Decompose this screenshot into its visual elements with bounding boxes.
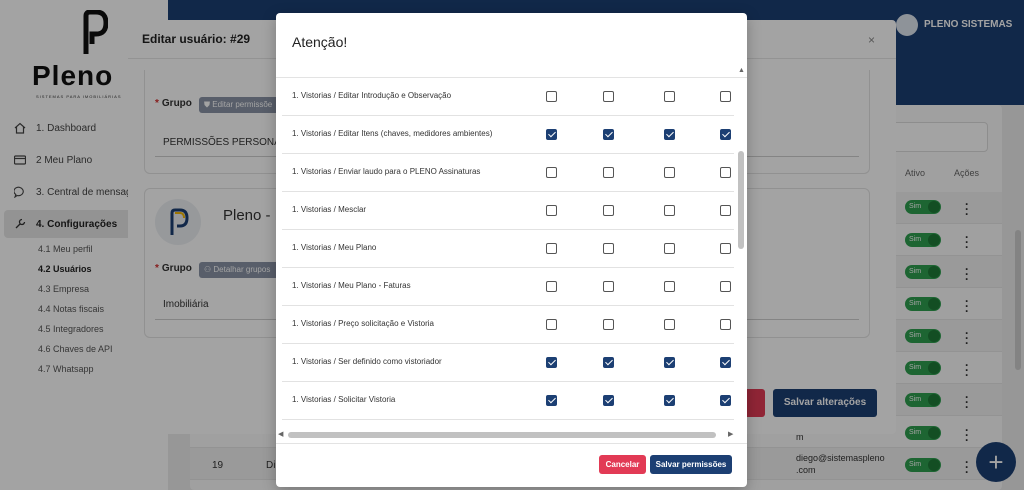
permission-label: 1. Vistorias / Enviar laudo para o PLENO… [292, 167, 481, 176]
permission-checkbox[interactable] [720, 395, 731, 406]
permission-checkbox[interactable] [720, 167, 731, 178]
scroll-right-icon[interactable]: ▶ [728, 430, 733, 438]
permission-checkbox[interactable] [603, 129, 614, 140]
permission-checkbox[interactable] [546, 243, 557, 254]
scroll-thumb[interactable] [738, 151, 744, 249]
scroll-left-icon[interactable]: ◀ [278, 430, 283, 438]
vertical-scrollbar[interactable]: ▲ [736, 67, 746, 427]
permission-checkbox[interactable] [546, 129, 557, 140]
permissions-list: 1. Vistorias / Editar Introdução e Obser… [276, 77, 736, 422]
permission-checkbox[interactable] [546, 167, 557, 178]
permission-checkbox[interactable] [603, 395, 614, 406]
permission-checkbox[interactable] [546, 357, 557, 368]
permission-row: 1. Vistorias / Editar Introdução e Obser… [282, 78, 734, 116]
modal-title: Atenção! [292, 34, 348, 50]
permission-label: 1. Vistorias / Meu Plano [292, 243, 377, 252]
permission-label: 1. Vistorias / Solicitar Vistoria [292, 395, 396, 404]
permission-checkbox[interactable] [664, 319, 675, 330]
permission-row: 1. Vistorias / Preço solicitação e Visto… [282, 306, 734, 344]
permission-checkbox[interactable] [603, 167, 614, 178]
permission-checkbox[interactable] [664, 167, 675, 178]
permission-label: 1. Vistorias / Editar Itens (chaves, med… [292, 129, 493, 138]
permission-row: 1. Vistorias / Editar Itens (chaves, med… [282, 116, 734, 154]
permission-checkbox[interactable] [546, 281, 557, 292]
permission-row: 1. Vistorias / Mesclar [282, 192, 734, 230]
divider [276, 443, 747, 444]
permission-checkbox[interactable] [603, 243, 614, 254]
permission-checkbox[interactable] [720, 205, 731, 216]
permission-checkbox[interactable] [664, 91, 675, 102]
permission-checkbox[interactable] [664, 129, 675, 140]
permission-checkbox[interactable] [720, 357, 731, 368]
permission-checkbox[interactable] [664, 205, 675, 216]
permission-checkbox[interactable] [664, 395, 675, 406]
permission-label: 1. Vistorias / Mesclar [292, 205, 367, 214]
permission-checkbox[interactable] [720, 91, 731, 102]
permission-checkbox[interactable] [603, 357, 614, 368]
permission-checkbox[interactable] [603, 319, 614, 330]
save-permissions-button[interactable]: Salvar permissões [650, 455, 732, 474]
permissions-modal: Atenção! 1. Vistorias / Editar Introduçã… [276, 13, 747, 487]
permission-label: 1. Vistorias / Meu Plano - Faturas [292, 281, 411, 290]
scroll-up-icon[interactable]: ▲ [738, 67, 745, 74]
cancel-button[interactable]: Cancelar [599, 455, 646, 474]
permission-checkbox[interactable] [603, 91, 614, 102]
permission-row: 1. Vistorias / Solicitar Vistoria [282, 382, 734, 420]
permission-checkbox[interactable] [664, 281, 675, 292]
permission-row: 1. Vistorias / Ser definido como vistori… [282, 344, 734, 382]
permission-checkbox[interactable] [720, 281, 731, 292]
permission-checkbox[interactable] [546, 205, 557, 216]
permission-checkbox[interactable] [720, 319, 731, 330]
permission-checkbox[interactable] [664, 357, 675, 368]
permission-checkbox[interactable] [603, 281, 614, 292]
permission-checkbox[interactable] [664, 243, 675, 254]
horizontal-scrollbar[interactable]: ◀ ▶ [276, 430, 736, 440]
permission-label: 1. Vistorias / Preço solicitação e Visto… [292, 319, 434, 328]
permission-row: 1. Vistorias / Meu Plano [282, 230, 734, 268]
permission-checkbox[interactable] [546, 319, 557, 330]
permission-row: 1. Vistorias / Enviar laudo para o PLENO… [282, 154, 734, 192]
permission-checkbox[interactable] [720, 243, 731, 254]
permission-checkbox[interactable] [720, 129, 731, 140]
permission-checkbox[interactable] [546, 395, 557, 406]
permission-label: 1. Vistorias / Editar Introdução e Obser… [292, 91, 452, 100]
permission-checkbox[interactable] [546, 91, 557, 102]
permission-label: 1. Vistorias / Ser definido como vistori… [292, 357, 442, 366]
permission-checkbox[interactable] [603, 205, 614, 216]
scroll-thumb[interactable] [288, 432, 716, 438]
permission-row: 1. Vistorias / Meu Plano - Faturas [282, 268, 734, 306]
